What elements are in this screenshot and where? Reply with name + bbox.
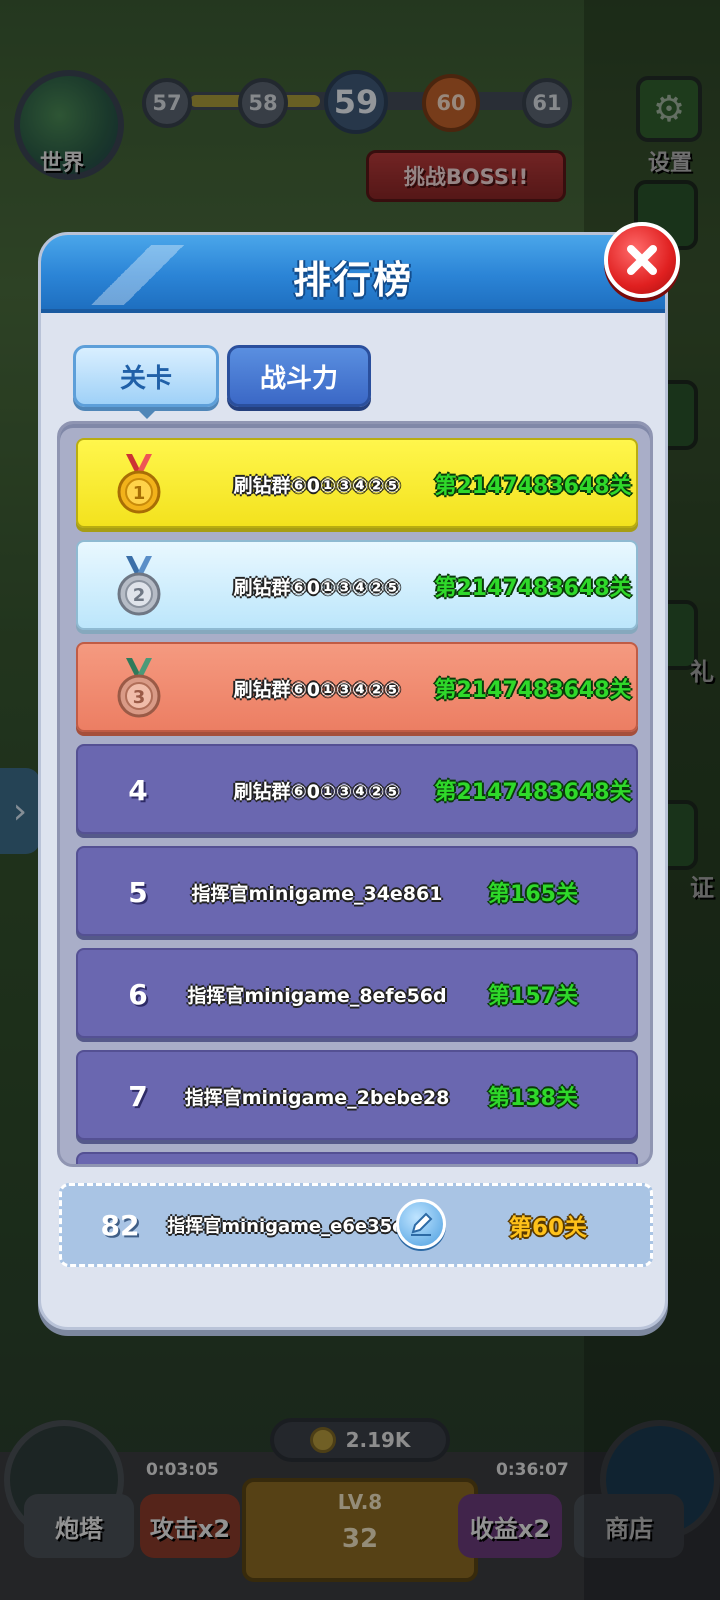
player-name: 指挥官minigame_2bebe28 xyxy=(184,1086,450,1109)
my-player-name: 指挥官minigame_e6e35c xyxy=(167,1216,403,1237)
dialog-title: 排行榜 xyxy=(292,258,413,302)
rank-number: 7 xyxy=(128,1079,148,1113)
leaderboard-dialog: 排行榜 关卡 战斗力 1 刷钻群⑥0①③④②⑤ 第2147483648关 2 刷… xyxy=(38,232,668,1330)
ranking-row: 5 指挥官minigame_34e861 第165关 xyxy=(76,846,638,936)
level-reached: 第165关 xyxy=(488,882,578,907)
ranking-row: 4 刷钻群⑥0①③④②⑤ 第2147483648关 xyxy=(76,744,638,834)
dialog-header: 排行榜 xyxy=(41,235,665,313)
ranking-row: 1 刷钻群⑥0①③④②⑤ 第2147483648关 xyxy=(76,438,638,528)
player-name: 刷钻群⑥0①③④②⑤ xyxy=(233,780,401,803)
ranking-row: 6 指挥官minigame_8efe56d 第157关 xyxy=(76,948,638,1038)
tab-combat-power[interactable]: 战斗力 xyxy=(227,345,371,407)
level-reached: 第157关 xyxy=(488,984,578,1009)
level-reached: 第2147483648关 xyxy=(434,780,632,805)
svg-text:3: 3 xyxy=(133,687,146,708)
ranking-row: 2 刷钻群⑥0①③④②⑤ 第2147483648关 xyxy=(76,540,638,630)
player-name: 指挥官minigame_8efe56d xyxy=(187,984,447,1007)
pencil-icon xyxy=(411,1212,433,1236)
tab-levels[interactable]: 关卡 xyxy=(73,345,219,407)
my-rank-row: 82 指挥官minigame_e6e35c 第60关 xyxy=(59,1183,653,1267)
svg-text:2: 2 xyxy=(133,585,146,606)
rank-number: 4 xyxy=(128,773,148,807)
player-name: 指挥官minigame_34e861 xyxy=(191,882,443,905)
player-name: 刷钻群⑥0①③④②⑤ xyxy=(233,678,401,701)
player-name: 刷钻群⑥0①③④②⑤ xyxy=(233,474,401,497)
rank-number: 6 xyxy=(128,977,148,1011)
close-button[interactable] xyxy=(604,222,680,298)
close-icon xyxy=(627,245,657,275)
level-reached: 第2147483648关 xyxy=(434,576,632,601)
edit-name-button[interactable] xyxy=(396,1199,446,1249)
ranking-row-partial xyxy=(76,1152,638,1164)
bronze-medal-icon: 3 xyxy=(117,658,161,718)
rank-number: 5 xyxy=(128,875,148,909)
silver-medal-icon: 2 xyxy=(117,556,161,616)
level-reached: 第138关 xyxy=(488,1086,578,1111)
my-rank-number: 82 xyxy=(100,1208,140,1242)
svg-text:1: 1 xyxy=(133,483,146,504)
level-reached: 第2147483648关 xyxy=(434,474,632,499)
ranking-row: 3 刷钻群⑥0①③④②⑤ 第2147483648关 xyxy=(76,642,638,732)
player-name: 刷钻群⑥0①③④②⑤ xyxy=(233,576,401,599)
my-level-reached: 第60关 xyxy=(508,1215,587,1241)
ranking-row: 7 指挥官minigame_2bebe28 第138关 xyxy=(76,1050,638,1140)
ranking-list[interactable]: 1 刷钻群⑥0①③④②⑤ 第2147483648关 2 刷钻群⑥0①③④②⑤ 第… xyxy=(57,421,653,1167)
active-tab-pointer xyxy=(135,407,159,419)
gold-medal-icon: 1 xyxy=(117,454,161,514)
level-reached: 第2147483648关 xyxy=(434,678,632,703)
